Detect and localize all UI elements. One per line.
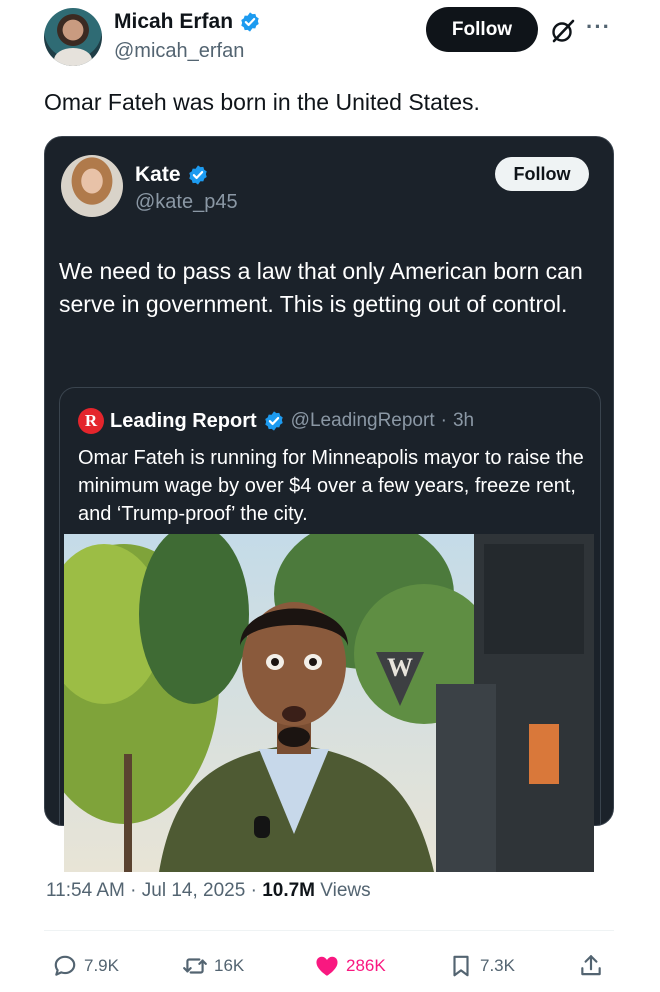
- quoted-author-avatar[interactable]: [61, 155, 123, 217]
- follow-button[interactable]: Follow: [426, 7, 538, 52]
- nested-post-text: Omar Fateh is running for Minneapolis ma…: [78, 447, 584, 525]
- reply-count: 7.9K: [84, 956, 119, 975]
- quoted-author-handle[interactable]: @kate_p45: [135, 191, 238, 214]
- post-text: Omar Fateh was born in the United States…: [44, 89, 480, 115]
- verified-badge-icon: [188, 165, 207, 185]
- heart-icon: [316, 956, 338, 976]
- author-handle[interactable]: @micah_erfan: [114, 40, 244, 63]
- divider: [44, 930, 614, 931]
- more-options-icon[interactable]: ···: [586, 14, 611, 40]
- quoted-post-text: We need to pass a law that only American…: [59, 258, 583, 317]
- nested-quote-header: R Leading Report @LeadingReport · 3h: [78, 408, 474, 434]
- author-name[interactable]: Micah Erfan: [114, 10, 233, 34]
- share-button[interactable]: [578, 946, 604, 986]
- repost-count: 16K: [214, 956, 245, 975]
- bookmark-icon: [453, 955, 469, 977]
- views-count[interactable]: 10.7M: [262, 880, 315, 901]
- quoted-follow-button[interactable]: Follow: [495, 157, 589, 191]
- share-icon: [581, 955, 601, 976]
- separator-dot: ·: [250, 880, 257, 901]
- bookmark-button[interactable]: 7.3K: [448, 946, 515, 986]
- separator-dot: ·: [130, 880, 137, 901]
- w-sign-text: W: [387, 653, 413, 682]
- author-avatar[interactable]: [44, 8, 102, 66]
- action-bar: 7.9K 16K 286K 7.3K: [44, 946, 614, 986]
- author-name-row[interactable]: Micah Erfan: [114, 10, 261, 34]
- like-count: 286K: [346, 956, 386, 975]
- quoted-author-name[interactable]: Kate: [135, 163, 181, 187]
- verified-badge-icon: [241, 12, 259, 32]
- nested-author-handle[interactable]: @LeadingReport: [291, 410, 435, 432]
- bookmark-count: 7.3K: [480, 956, 515, 975]
- post-time[interactable]: 11:54 AM: [46, 880, 125, 901]
- verified-badge-icon: [264, 411, 283, 431]
- nested-post-age[interactable]: 3h: [453, 410, 474, 432]
- repost-button[interactable]: 16K: [182, 946, 244, 986]
- nested-author-name[interactable]: Leading Report: [110, 410, 257, 433]
- leading-report-logo[interactable]: R: [78, 408, 104, 434]
- quoted-author-name-row[interactable]: Kate: [135, 163, 209, 187]
- grok-icon[interactable]: [550, 18, 576, 44]
- photo-scene: W: [64, 534, 594, 872]
- post-header: Micah Erfan @micah_erfan Follow ···: [44, 6, 634, 66]
- post-meta: 11:54 AM · Jul 14, 2025 · 10.7M Views: [46, 880, 371, 902]
- views-label: Views: [320, 880, 371, 901]
- post-date[interactable]: Jul 14, 2025: [142, 880, 246, 901]
- like-button[interactable]: 286K: [314, 946, 386, 986]
- separator-dot: ·: [440, 410, 447, 431]
- reply-button[interactable]: 7.9K: [52, 946, 119, 986]
- repost-icon: [183, 958, 207, 974]
- reply-icon: [54, 955, 76, 976]
- post-video-thumbnail[interactable]: W: [64, 534, 594, 872]
